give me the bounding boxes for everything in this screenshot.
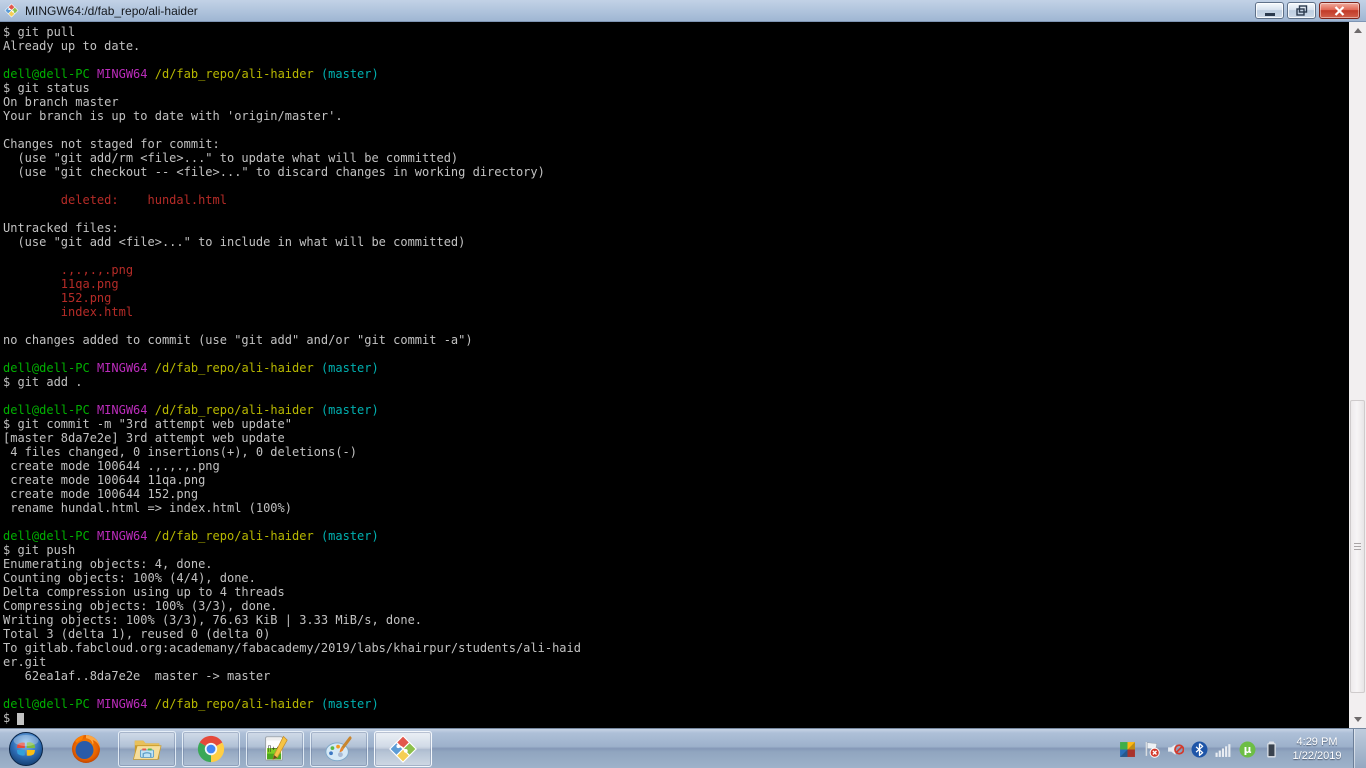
terminal-line: Changes not staged for commit: (3, 137, 220, 151)
clock-date: 1/22/2019 (1292, 750, 1342, 762)
terminal-line: Writing objects: 100% (3/3), 76.63 KiB |… (3, 613, 423, 627)
terminal-line: (use "git checkout -- <file>..." to disc… (3, 165, 545, 179)
git-bash-app-icon (4, 3, 19, 18)
scrollbar-track[interactable] (1349, 39, 1366, 711)
minimize-icon (1264, 13, 1275, 16)
paint-icon (325, 736, 352, 762)
minimize-button[interactable] (1255, 2, 1284, 19)
terminal-area[interactable]: $ git pull Already up to date. dell@dell-… (0, 22, 1366, 728)
terminal-line: Delta compression using up to 4 threads (3, 585, 285, 599)
scroll-up-icon (1353, 28, 1362, 33)
network-signal-icon[interactable] (1215, 741, 1232, 758)
notepad-plus-plus-icon: ∏++ (265, 735, 288, 761)
terminal-output: $ git pull Already up to date. dell@dell-… (0, 22, 1349, 728)
terminal-line: dell@dell-PC MINGW64 /d/fab_repo/ali-hai… (3, 697, 379, 711)
taskbar-button-explorer[interactable] (118, 731, 176, 767)
action-center-flag-icon[interactable] (1143, 741, 1160, 758)
volume-muted-icon[interactable] (1167, 741, 1184, 758)
taskbar: ∏++ µ 4:29 PM 1/22/2019 (0, 728, 1366, 768)
terminal-line: $ git push (3, 543, 76, 557)
terminal-line: .,.,.,.png (3, 263, 134, 277)
terminal-line: (use "git add/rm <file>..." to update wh… (3, 151, 459, 165)
mintty-window: MINGW64:/d/fab_repo/ali-haider $ git pul… (0, 0, 1366, 728)
system-tray: µ (1119, 729, 1280, 768)
avg-antivirus-icon[interactable] (1119, 741, 1136, 758)
windows-explorer-icon (132, 740, 162, 760)
terminal-line: $ git pull (3, 25, 76, 39)
start-button[interactable] (8, 731, 44, 767)
terminal-scrollbar[interactable] (1349, 22, 1366, 728)
terminal-line: $ git commit -m "3rd attempt web update" (3, 417, 292, 431)
terminal-line: create mode 100644 11qa.png (3, 473, 206, 487)
terminal-line: [master 8da7e2e] 3rd attempt web update (3, 431, 285, 445)
firefox-icon[interactable] (70, 733, 102, 765)
terminal-line: To gitlab.fabcloud.org:academany/fabacad… (3, 641, 581, 655)
taskbar-clock[interactable]: 4:29 PM 1/22/2019 (1284, 729, 1350, 768)
taskbar-button-gitbash[interactable] (374, 731, 432, 767)
terminal-line: create mode 100644 .,.,.,.png (3, 459, 220, 473)
terminal-line: dell@dell-PC MINGW64 /d/fab_repo/ali-hai… (3, 403, 379, 417)
terminal-line: dell@dell-PC MINGW64 /d/fab_repo/ali-hai… (3, 67, 379, 81)
terminal-line: index.html (3, 305, 134, 319)
terminal-line: create mode 100644 152.png (3, 487, 199, 501)
desktop-screen: MINGW64:/d/fab_repo/ali-haider $ git pul… (0, 0, 1366, 768)
terminal-line: Compressing objects: 100% (3/3), done. (3, 599, 278, 613)
terminal-line: 11qa.png (3, 277, 119, 291)
terminal-line: Counting objects: 100% (4/4), done. (3, 571, 256, 585)
terminal-line: Already up to date. (3, 39, 141, 53)
terminal-line: On branch master (3, 95, 119, 109)
terminal-line: Your branch is up to date with 'origin/m… (3, 109, 343, 123)
scrollbar-down-button[interactable] (1349, 711, 1366, 728)
bluetooth-icon[interactable] (1191, 741, 1208, 758)
close-icon (1334, 5, 1345, 16)
git-bash-icon (389, 735, 417, 763)
taskbar-button-paint[interactable] (310, 731, 368, 767)
close-button[interactable] (1319, 2, 1360, 19)
scroll-down-icon (1353, 717, 1362, 722)
chrome-icon (197, 735, 225, 763)
window-controls (1255, 2, 1360, 19)
terminal-line: dell@dell-PC MINGW64 /d/fab_repo/ali-hai… (3, 361, 379, 375)
terminal-line: Untracked files: (3, 221, 119, 235)
terminal-cursor (17, 713, 25, 725)
show-desktop-button[interactable] (1353, 729, 1366, 768)
terminal-line: 4 files changed, 0 insertions(+), 0 dele… (3, 445, 358, 459)
clock-time: 4:29 PM (1296, 736, 1338, 748)
taskbar-button-notepadpp[interactable]: ∏++ (246, 731, 304, 767)
scrollbar-grip (1354, 542, 1361, 551)
restore-icon (1295, 5, 1307, 16)
terminal-line: 62ea1af..8da7e2e master -> master (3, 669, 271, 683)
scrollbar-thumb[interactable] (1350, 400, 1365, 693)
battery-icon[interactable] (1263, 741, 1280, 758)
terminal-line: $ git add . (3, 375, 83, 389)
terminal-line: rename hundal.html => index.html (100%) (3, 501, 292, 515)
window-titlebar[interactable]: MINGW64:/d/fab_repo/ali-haider (0, 0, 1366, 22)
terminal-line: $ (3, 711, 1349, 725)
terminal-line: Total 3 (delta 1), reused 0 (delta 0) (3, 627, 271, 641)
terminal-line: er.git (3, 655, 47, 669)
restore-button[interactable] (1287, 2, 1316, 19)
svg-text:µ: µ (1244, 743, 1252, 756)
window-title: MINGW64:/d/fab_repo/ali-haider (25, 3, 198, 18)
terminal-line: no changes added to commit (use "git add… (3, 333, 473, 347)
terminal-line: Enumerating objects: 4, done. (3, 557, 213, 571)
scrollbar-up-button[interactable] (1349, 22, 1366, 39)
terminal-line: (use "git add <file>..." to include in w… (3, 235, 466, 249)
terminal-line: 152.png (3, 291, 112, 305)
terminal-line: deleted: hundal.html (3, 193, 227, 207)
terminal-line: $ git status (3, 81, 90, 95)
terminal-line: dell@dell-PC MINGW64 /d/fab_repo/ali-hai… (3, 529, 379, 543)
taskbar-button-chrome[interactable] (182, 731, 240, 767)
utorrent-icon[interactable]: µ (1239, 741, 1256, 758)
